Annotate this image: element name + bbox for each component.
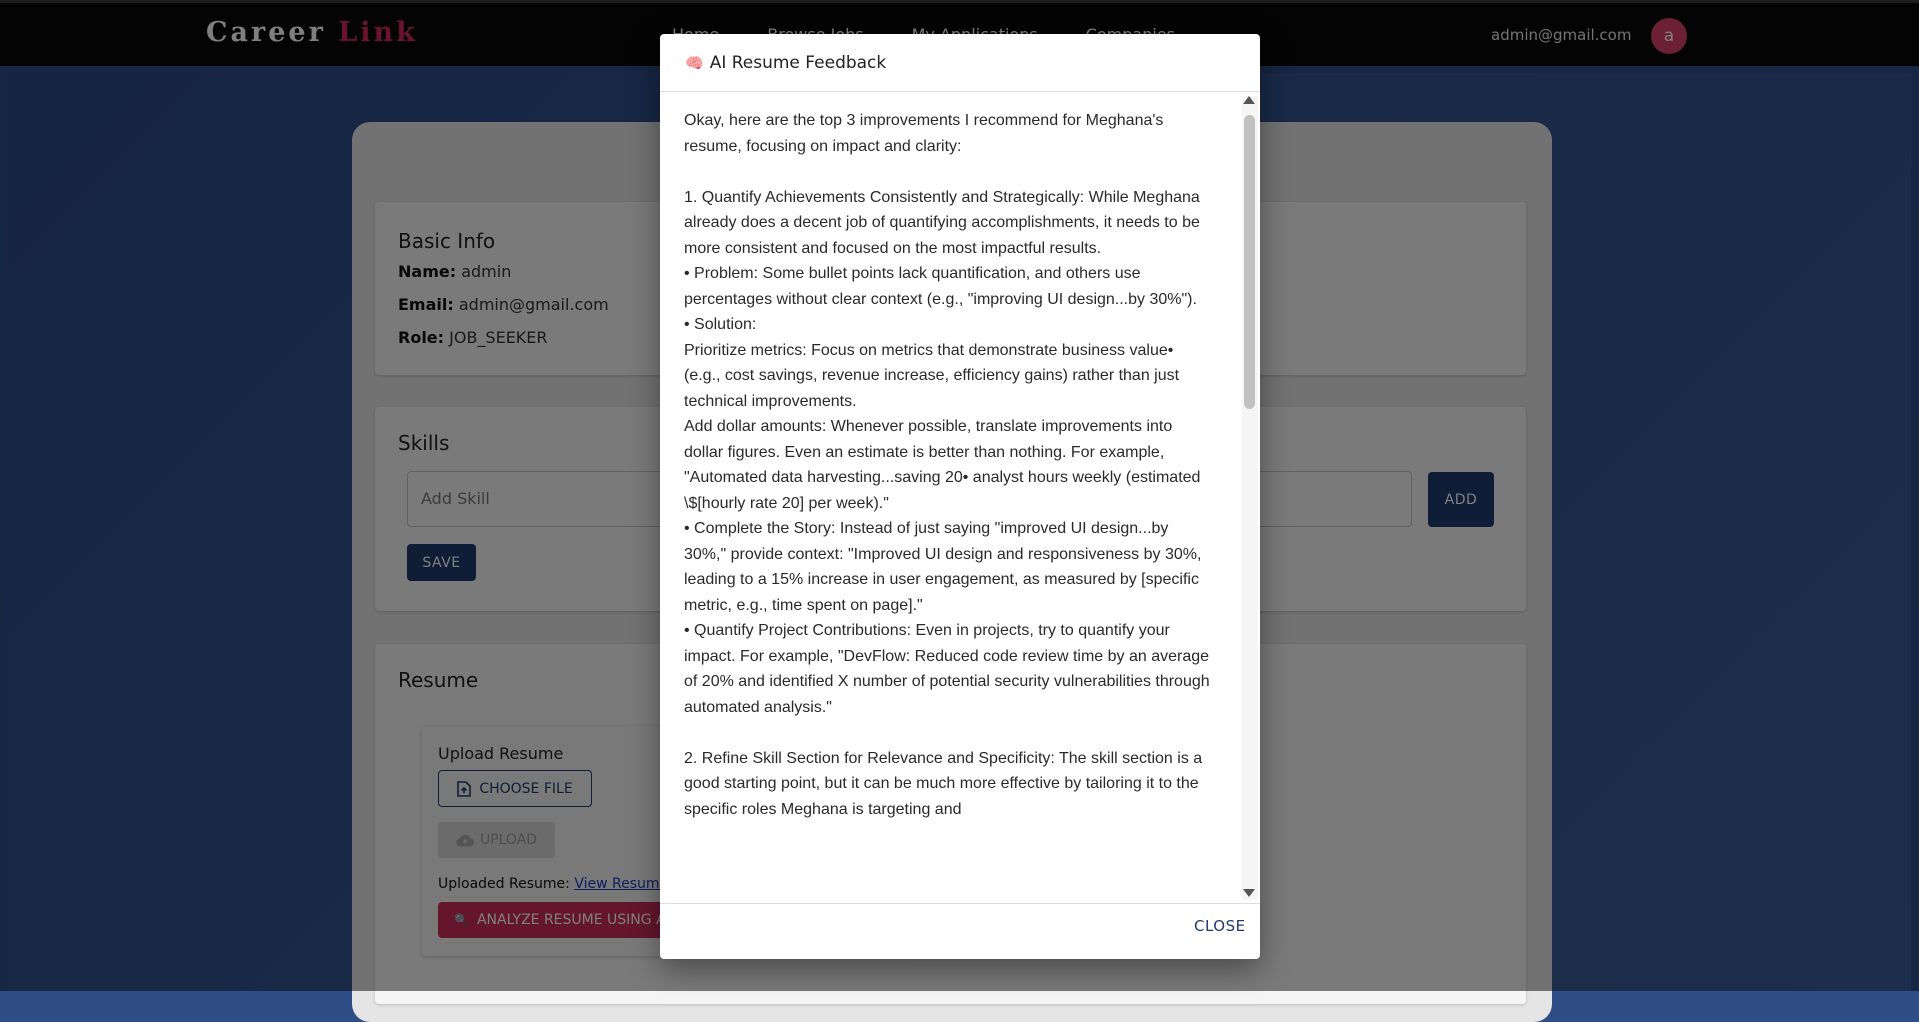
dialog-title-bar: 🧠 AI Resume Feedback bbox=[660, 34, 1260, 92]
close-button[interactable]: CLOSE bbox=[1194, 917, 1246, 935]
dialog-title: AI Resume Feedback bbox=[709, 52, 887, 73]
brain-icon: 🧠 bbox=[685, 53, 704, 72]
scrollbar-thumb[interactable] bbox=[1244, 115, 1255, 409]
dialog-content[interactable]: Okay, here are the top 3 improvements I … bbox=[660, 92, 1260, 904]
scroll-up-arrow-icon[interactable] bbox=[1243, 96, 1255, 104]
ai-feedback-dialog: 🧠 AI Resume Feedback Okay, here are the … bbox=[660, 34, 1260, 959]
scroll-down-arrow-icon[interactable] bbox=[1243, 889, 1255, 897]
feedback-text: Okay, here are the top 3 improvements I … bbox=[684, 112, 1210, 818]
